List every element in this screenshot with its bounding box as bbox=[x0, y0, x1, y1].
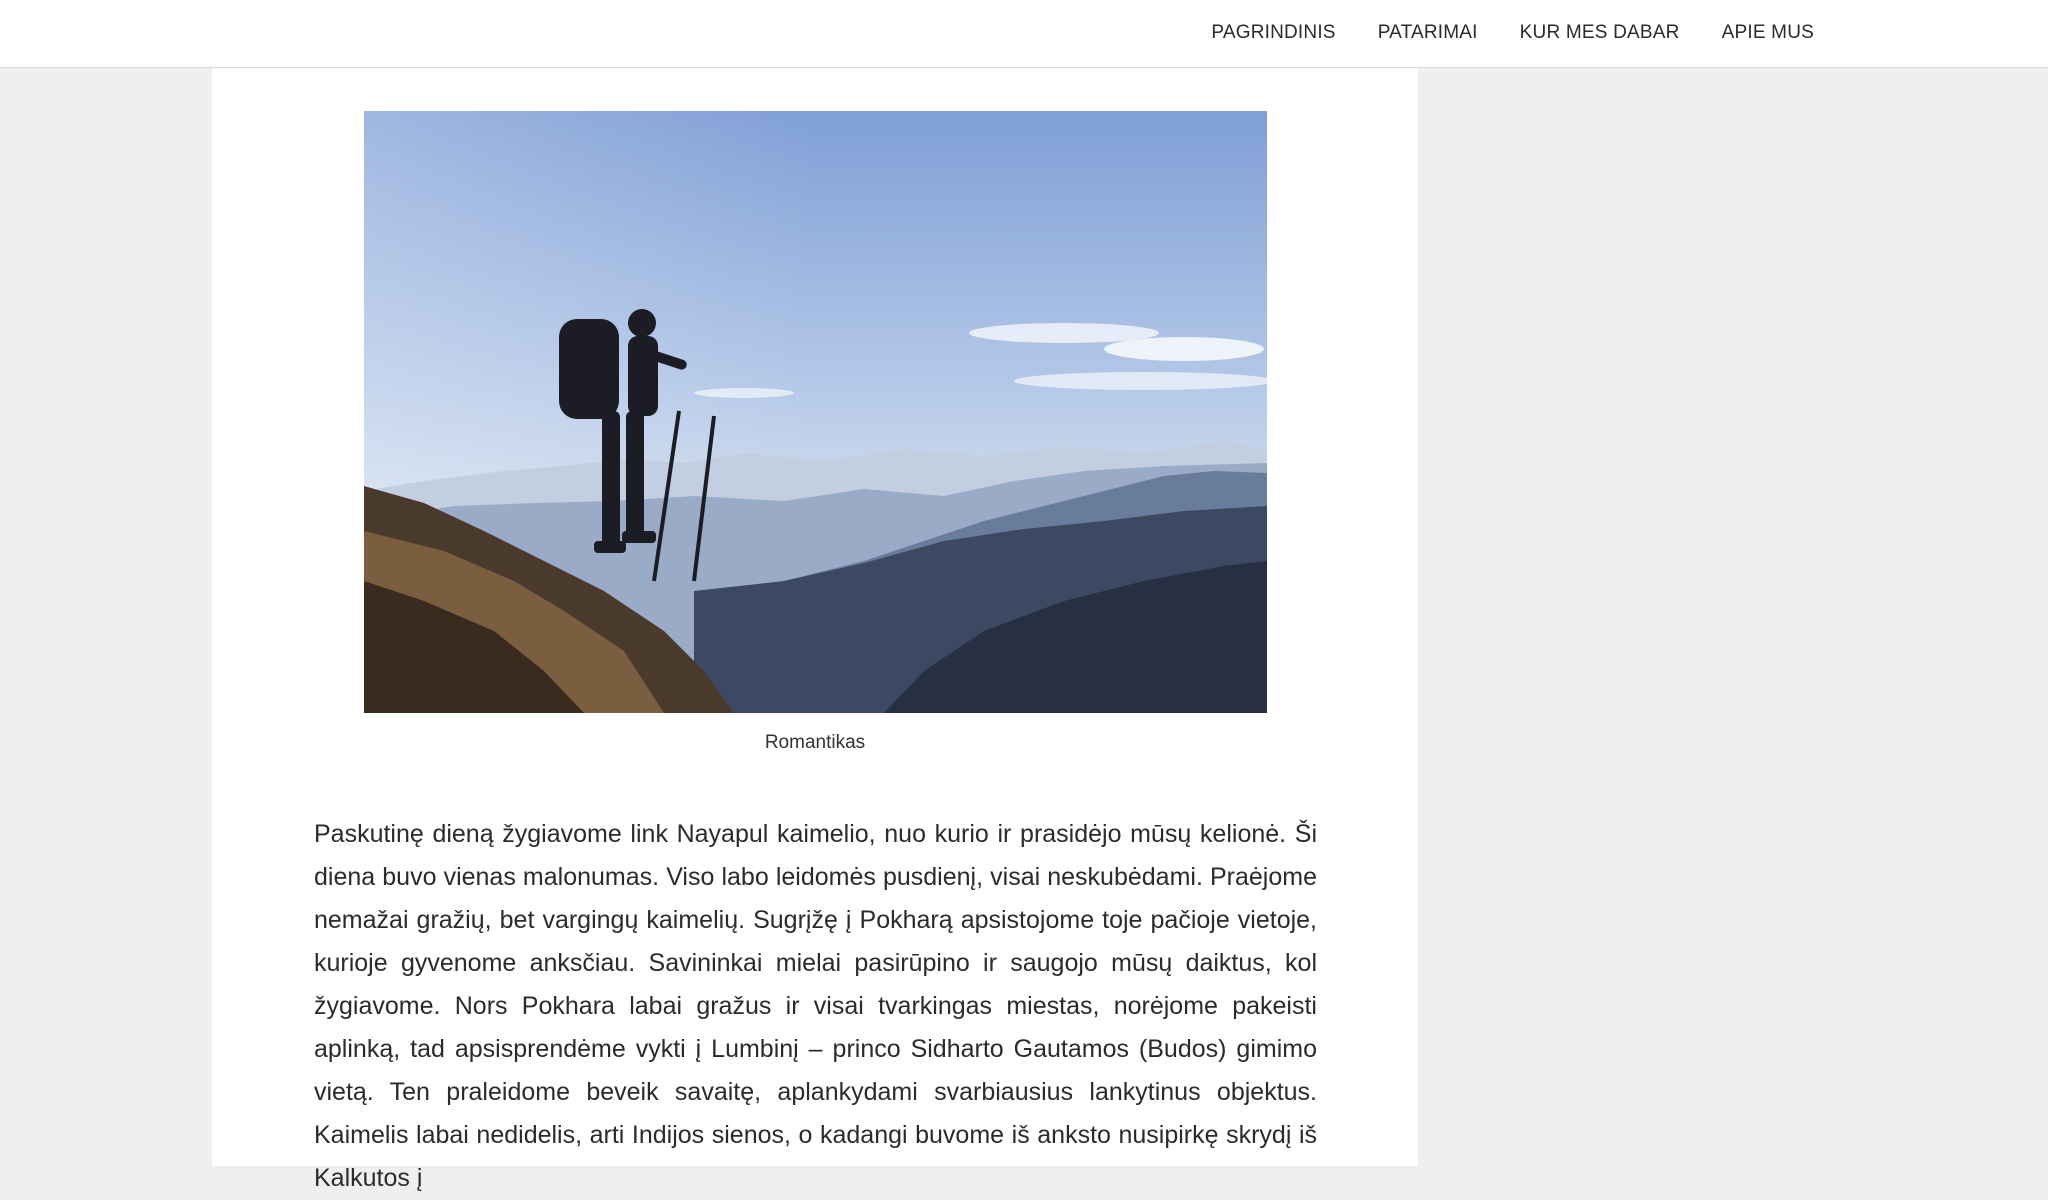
article-content: Romantikas Paskutinę dieną žygiavome lin… bbox=[212, 68, 1418, 1192]
article-paragraph: Paskutinę dieną žygiavome link Nayapul k… bbox=[314, 820, 1317, 1192]
nav-item-patarimai[interactable]: PATARIMAI bbox=[1378, 22, 1478, 44]
nav-item-pagrindinis[interactable]: PAGRINDINIS bbox=[1211, 22, 1335, 44]
nav-item-apie-mus[interactable]: APIE MUS bbox=[1722, 22, 1814, 44]
hiker-mountain-photo bbox=[364, 111, 1267, 713]
site-header: PAGRINDINIS PATARIMAI KUR MES DABAR APIE… bbox=[0, 0, 2048, 68]
main-navigation: PAGRINDINIS PATARIMAI KUR MES DABAR APIE… bbox=[1169, 0, 1814, 66]
image-caption: Romantikas bbox=[764, 732, 866, 753]
article-hero-image bbox=[364, 111, 1267, 713]
nav-item-kur-mes-dabar[interactable]: KUR MES DABAR bbox=[1520, 22, 1680, 44]
